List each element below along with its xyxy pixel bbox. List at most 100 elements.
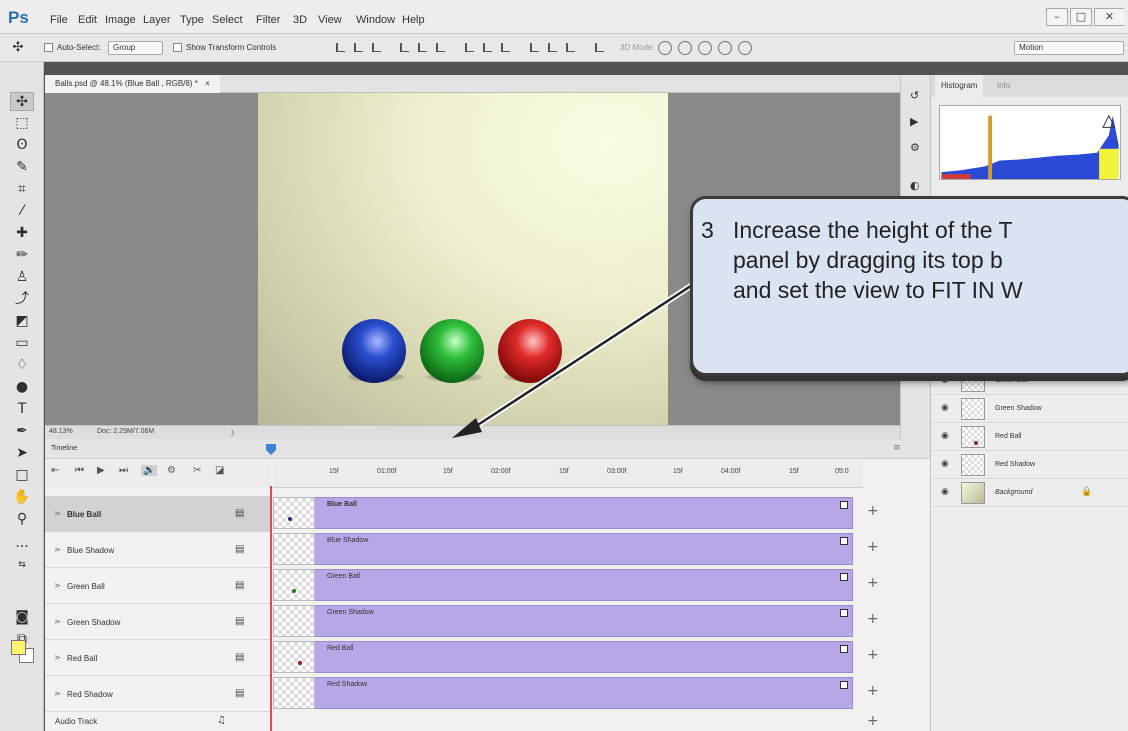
type-tool-icon[interactable]: T	[10, 400, 34, 419]
timeline-ruler[interactable]: 15f 01:00f 15f 02:00f 15f 03:00f 15f 04:…	[273, 460, 863, 488]
visibility-eye-icon[interactable]: ◉	[941, 487, 949, 497]
visibility-eye-icon[interactable]: ◉	[941, 431, 949, 441]
layer-clip[interactable]: Red Shadow	[315, 677, 853, 709]
hand-tool-icon[interactable]: ✋	[10, 488, 34, 507]
expand-caret-icon[interactable]: >	[54, 653, 61, 662]
settings-gear-icon[interactable]: ⚙	[167, 465, 176, 476]
timeline-layer-row[interactable]: > Red Shadow ▤	[45, 676, 270, 712]
distribute-bottom-icon[interactable]	[501, 43, 510, 52]
workspace-select[interactable]: Motion	[1014, 41, 1124, 55]
transition-icon[interactable]: ◪	[215, 465, 224, 476]
layer-clip[interactable]: Red Ball	[315, 641, 853, 673]
go-to-first-frame-icon[interactable]: ⇤	[51, 465, 59, 476]
gradient-tool-icon[interactable]: ▭	[10, 334, 34, 353]
crop-tool-icon[interactable]: ⌗	[10, 180, 34, 199]
layers-panel-row[interactable]: ◉ Green Shadow	[931, 395, 1128, 423]
add-media-icon[interactable]: +	[867, 647, 879, 663]
align-left-icon[interactable]	[400, 43, 409, 52]
minimize-button[interactable]: –	[1046, 8, 1068, 26]
document-tab[interactable]: Balls.psd @ 48.1% (Blue Ball , RGB/8) * …	[45, 75, 220, 93]
audio-track-row[interactable]: Audio Track ♫	[45, 712, 270, 731]
foreground-color-swatch[interactable]	[11, 640, 26, 655]
clip-end-icon[interactable]	[840, 645, 848, 653]
film-strip-icon[interactable]: ▤	[235, 580, 244, 591]
align-bottom-icon[interactable]	[372, 43, 381, 52]
timeline-menu-icon[interactable]: ≡	[893, 443, 901, 453]
timeline-layer-row[interactable]: > Blue Ball ▤	[45, 496, 270, 532]
tab-histogram[interactable]: Histogram	[935, 75, 984, 97]
auto-align-icon[interactable]	[595, 43, 604, 52]
clip-end-icon[interactable]	[840, 537, 848, 545]
menu-select[interactable]: Select	[212, 14, 243, 26]
clone-stamp-tool-icon[interactable]: ♙	[10, 268, 34, 287]
menu-filter[interactable]: Filter	[256, 14, 280, 26]
orbit-3d-icon[interactable]	[658, 41, 672, 55]
clip-end-icon[interactable]	[840, 681, 848, 689]
more-tools-icon[interactable]: ···	[10, 538, 34, 557]
layers-panel-row[interactable]: ◉ Red Ball	[931, 423, 1128, 451]
quick-mask-icon[interactable]: ◙	[10, 608, 34, 627]
distribute-top-icon[interactable]	[465, 43, 474, 52]
roll-3d-icon[interactable]	[678, 41, 692, 55]
close-button[interactable]: ✕	[1094, 8, 1124, 26]
history-brush-tool-icon[interactable]: ⤴	[10, 290, 34, 309]
distribute-right-icon[interactable]	[566, 43, 575, 52]
dodge-tool-icon[interactable]: ●	[10, 378, 34, 397]
zoom-tool-icon[interactable]: ⚲	[10, 510, 34, 529]
timeline-title[interactable]: Timeline	[51, 445, 77, 452]
expand-caret-icon[interactable]: >	[54, 509, 61, 518]
properties-panel-icon[interactable]: ⚙	[910, 141, 920, 154]
status-menu-arrow[interactable]: 〉	[231, 428, 238, 438]
path-select-tool-icon[interactable]: ➤	[10, 444, 34, 463]
clip-end-icon[interactable]	[840, 501, 848, 509]
previous-frame-icon[interactable]: ⏮	[75, 465, 84, 476]
timeline-layer-row[interactable]: > Red Ball ▤	[45, 640, 270, 676]
play-icon[interactable]: ▶	[97, 465, 105, 476]
distribute-middle-icon[interactable]	[483, 43, 492, 52]
expand-caret-icon[interactable]: >	[54, 545, 61, 554]
menu-edit[interactable]: Edit	[78, 14, 97, 26]
document-close-icon[interactable]: ×	[205, 79, 210, 88]
pan-3d-icon[interactable]	[698, 41, 712, 55]
menu-layer[interactable]: Layer	[143, 14, 171, 26]
film-strip-icon[interactable]: ▤	[235, 616, 244, 627]
clip-end-icon[interactable]	[840, 573, 848, 581]
menu-view[interactable]: View	[318, 14, 342, 26]
expand-caret-icon[interactable]: >	[54, 581, 61, 590]
timeline-layer-row[interactable]: > Green Ball ▤	[45, 568, 270, 604]
playhead-line[interactable]	[270, 486, 272, 731]
add-audio-icon[interactable]: +	[867, 713, 879, 729]
timeline-layer-row[interactable]: > Blue Shadow ▤	[45, 532, 270, 568]
align-middle-icon[interactable]	[354, 43, 363, 52]
menu-image[interactable]: Image	[105, 14, 136, 26]
distribute-left-icon[interactable]	[530, 43, 539, 52]
swap-colors-icon[interactable]: ⇆	[10, 556, 34, 575]
add-media-icon[interactable]: +	[867, 539, 879, 555]
film-strip-icon[interactable]: ▤	[235, 508, 244, 519]
auto-select-checkbox[interactable]	[44, 43, 53, 52]
layer-clip[interactable]: Green Ball	[315, 569, 853, 601]
layers-panel-row[interactable]: ◉ Background 🔒	[931, 479, 1128, 507]
visibility-eye-icon[interactable]: ◉	[941, 459, 949, 469]
zoom-level[interactable]: 48.13%	[49, 428, 73, 435]
add-media-icon[interactable]: +	[867, 611, 879, 627]
pen-tool-icon[interactable]: ✒	[10, 422, 34, 441]
menu-type[interactable]: Type	[180, 14, 204, 26]
next-frame-icon[interactable]: ⏭	[119, 465, 128, 476]
align-top-icon[interactable]	[336, 43, 345, 52]
quick-select-tool-icon[interactable]: ✎	[10, 158, 34, 177]
menu-file[interactable]: File	[50, 14, 68, 26]
add-media-icon[interactable]: +	[867, 575, 879, 591]
add-media-icon[interactable]: +	[867, 503, 879, 519]
distribute-center-icon[interactable]	[548, 43, 557, 52]
history-panel-icon[interactable]: ↺	[910, 89, 919, 102]
scale-3d-icon[interactable]	[738, 41, 752, 55]
menu-window[interactable]: Window	[356, 14, 395, 26]
layer-clip[interactable]: Green Shadow	[315, 605, 853, 637]
slide-3d-icon[interactable]	[718, 41, 732, 55]
menu-help[interactable]: Help	[402, 14, 425, 26]
visibility-eye-icon[interactable]: ◉	[941, 403, 949, 413]
layers-panel-row[interactable]: ◉ Red Shadow	[931, 451, 1128, 479]
expand-caret-icon[interactable]: >	[54, 617, 61, 626]
audio-icon[interactable]: ♫	[217, 715, 226, 726]
